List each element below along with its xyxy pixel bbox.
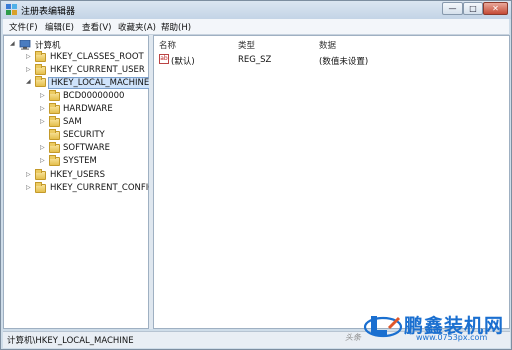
watermark-url: www.0753px.com — [416, 333, 488, 342]
folder-icon — [35, 182, 46, 193]
tree-label-selected: HKEY_LOCAL_MACHINE — [48, 77, 153, 89]
tree-item-system[interactable]: ▷ SYSTEM — [4, 155, 144, 168]
minimize-button[interactable]: — — [442, 2, 463, 15]
close-button[interactable]: ✕ — [483, 2, 508, 15]
folder-icon — [35, 64, 46, 75]
title-bar[interactable]: 注册表编辑器 — □ ✕ — [1, 1, 511, 19]
expand-arrow-icon[interactable]: ▷ — [40, 118, 46, 125]
tree-item-hkey-current-user[interactable]: ▷ HKEY_CURRENT_USER — [4, 64, 145, 77]
tree-item-hkey-local-machine[interactable]: ◢ HKEY_LOCAL_MACHINE — [4, 76, 153, 89]
tree-item-bcd00000000[interactable]: ▷ BCD00000000 — [4, 90, 144, 103]
tree-label: HKEY_USERS — [50, 170, 106, 180]
value-type: REG_SZ — [238, 55, 272, 65]
column-header-data[interactable]: 数据 — [319, 39, 336, 51]
tree-item-sam[interactable]: ▷ SAM — [4, 116, 144, 129]
folder-icon — [49, 142, 60, 153]
folder-icon — [49, 90, 60, 101]
tree-item-security[interactable]: SECURITY — [4, 129, 144, 142]
maximize-button[interactable]: □ — [463, 2, 483, 15]
watermark-logo-icon — [363, 316, 403, 338]
folder-icon — [35, 169, 46, 180]
tree-label: SYSTEM — [63, 156, 97, 166]
computer-icon — [19, 40, 31, 50]
string-value-icon: ab — [159, 54, 169, 64]
expand-arrow-icon[interactable]: ▷ — [26, 184, 32, 191]
registry-editor-icon — [6, 4, 17, 15]
expand-arrow-icon[interactable]: ▷ — [40, 92, 46, 99]
menu-bar: 文件(F) 编辑(E) 查看(V) 收藏夹(A) 帮助(H) — [3, 19, 509, 35]
tree-item-hkey-classes-root[interactable]: ▷ HKEY_CLASSES_ROOT — [4, 51, 144, 64]
expand-arrow-icon[interactable]: ▷ — [26, 171, 32, 178]
value-name: (默认) — [171, 57, 195, 67]
folder-icon — [35, 51, 46, 62]
tree-label: BCD00000000 — [63, 91, 125, 101]
tree-label: HARDWARE — [63, 104, 113, 114]
tree-label: SECURITY — [63, 130, 105, 140]
tree-label: HKEY_CURRENT_CONFIG — [50, 183, 155, 193]
tree-label: HKEY_CURRENT_USER — [50, 65, 145, 75]
value-data: (数值未设置) — [319, 57, 369, 67]
column-header-type[interactable]: 类型 — [238, 39, 255, 51]
tree-label: HKEY_CLASSES_ROOT — [50, 52, 144, 62]
expand-arrow-icon[interactable]: ▷ — [40, 157, 46, 164]
tree-label: 计算机 — [35, 41, 61, 51]
expand-arrow-icon[interactable]: ▷ — [26, 66, 32, 73]
folder-icon — [49, 155, 60, 166]
expand-arrow-icon[interactable]: ▷ — [40, 105, 46, 112]
tree-item-hkey-current-config[interactable]: ▷ HKEY_CURRENT_CONFIG — [4, 182, 155, 195]
menu-favorites[interactable]: 收藏夹(A) — [118, 21, 156, 33]
column-header-name[interactable]: 名称 — [159, 39, 176, 51]
folder-icon — [49, 129, 60, 140]
values-list-pane[interactable]: 名称 类型 数据 ab (默认) REG_SZ (数值未设置) — [153, 35, 510, 329]
tree-label: SAM — [63, 117, 82, 127]
window-title: 注册表编辑器 — [21, 7, 76, 17]
registry-editor-window: 注册表编辑器 — □ ✕ 文件(F) 编辑(E) 查看(V) 收藏夹(A) 帮助… — [0, 0, 512, 350]
tree-item-computer[interactable]: ◢ 计算机 — [4, 39, 144, 51]
tree-item-hkey-users[interactable]: ▷ HKEY_USERS — [4, 169, 144, 182]
expand-arrow-icon[interactable]: ▷ — [40, 144, 46, 151]
folder-icon — [49, 116, 60, 127]
collapse-arrow-icon[interactable]: ◢ — [10, 40, 16, 47]
key-tree-pane[interactable]: ◢ 计算机 ▷ HKEY_CLASSES_ROOT ▷ HKEY_CURRENT… — [3, 35, 155, 329]
folder-icon — [49, 103, 60, 114]
status-path: 计算机\HKEY_LOCAL_MACHINE — [7, 336, 134, 346]
menu-help[interactable]: 帮助(H) — [161, 21, 191, 33]
tree-item-hardware[interactable]: ▷ HARDWARE — [4, 103, 144, 116]
menu-edit[interactable]: 编辑(E) — [45, 21, 74, 33]
watermark-small-text: 头条 — [345, 333, 361, 342]
menu-view[interactable]: 查看(V) — [82, 21, 111, 33]
tree-item-software[interactable]: ▷ SOFTWARE — [4, 142, 144, 155]
menu-file[interactable]: 文件(F) — [9, 21, 38, 33]
tree-label: SOFTWARE — [63, 143, 111, 153]
expand-arrow-icon[interactable]: ▷ — [26, 53, 32, 60]
folder-icon — [35, 76, 46, 87]
collapse-arrow-icon[interactable]: ◢ — [26, 78, 32, 85]
